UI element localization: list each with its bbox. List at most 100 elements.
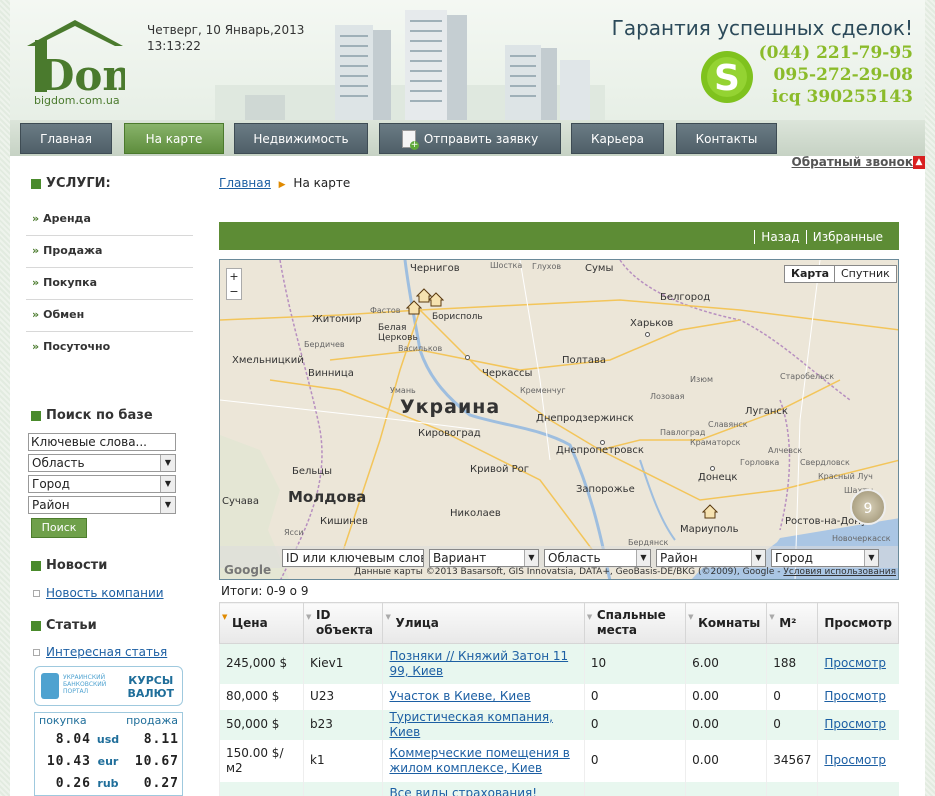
- cell-id: U23: [303, 683, 383, 710]
- map-city: Новочеркасск: [832, 534, 891, 543]
- map-type-satellite-button[interactable]: Спутник: [834, 265, 897, 283]
- map-filter-region-select[interactable]: Область ▼: [544, 549, 651, 567]
- col-price[interactable]: ▼ Цена: [218, 602, 305, 644]
- map-city: Бельцы: [292, 466, 332, 477]
- table-header-row: ▼ Цена ▼ ID объекта ▼ Улица ▼ Спальные места…: [218, 602, 899, 644]
- skype-icon[interactable]: S: [696, 48, 758, 106]
- map[interactable]: + − Карта Спутник Украина Молдова Сумы Гл…: [219, 259, 899, 580]
- callback-link[interactable]: Обратный звонок: [792, 155, 913, 169]
- breadcrumb-home[interactable]: Главная: [219, 176, 271, 190]
- street-link[interactable]: Позняки // Княжий Затон 11 99, Киев: [389, 649, 568, 678]
- callback-icon[interactable]: ▲: [913, 156, 925, 169]
- view-link[interactable]: Просмотр: [824, 753, 886, 767]
- map-city: Белгород: [660, 292, 711, 303]
- rate-sell: 8.11: [143, 731, 179, 747]
- view-link[interactable]: Просмотр: [824, 689, 886, 703]
- map-terms-link[interactable]: Условия использования: [783, 567, 896, 577]
- nav-career[interactable]: Карьера: [571, 123, 664, 154]
- breadcrumb-separator-icon: ▶: [278, 180, 286, 190]
- map-city: Ясси: [284, 528, 304, 537]
- view-link[interactable]: Просмотр: [824, 656, 886, 670]
- col-label: Цена: [232, 615, 268, 630]
- nav-send-request[interactable]: + Отправить заявку: [379, 123, 561, 154]
- rate-currency: usd: [96, 732, 120, 746]
- house-marker-icon[interactable]: [702, 504, 718, 519]
- articles-link[interactable]: Интересная статья: [26, 643, 193, 661]
- search-city-select[interactable]: Город ▼: [28, 475, 176, 493]
- search-region-select[interactable]: Область ▼: [28, 454, 176, 472]
- rate-row: 8.04 usd 8.11: [35, 728, 182, 750]
- street-link[interactable]: Все виды страхования!: [389, 786, 537, 796]
- cell-rooms: 0.00: [685, 683, 767, 710]
- nav-contacts[interactable]: Контакты: [676, 123, 777, 154]
- map-city: Днепродзержинск: [536, 413, 634, 424]
- select-value: Город: [32, 477, 70, 491]
- cell-m2: [766, 781, 818, 796]
- map-attribution-text: Данные карты ©2013 Basarsoft, GIS Innova…: [354, 567, 781, 577]
- rate-row: 0.26 rub 0.27: [35, 772, 182, 794]
- service-item-daily[interactable]: » Посуточно: [26, 332, 193, 364]
- map-city: Васильков: [398, 344, 443, 353]
- cell-rooms: 6.00: [685, 643, 767, 684]
- phone-1: (044) 221-79-95: [758, 43, 913, 63]
- col-m2[interactable]: ▼ М²: [766, 602, 819, 644]
- view-link[interactable]: Просмотр: [824, 717, 886, 731]
- nav-on-map[interactable]: На карте: [124, 123, 224, 154]
- street-link[interactable]: Туристическая компания, Киев: [389, 710, 552, 739]
- page: Dom bigdom.com.ua Четверг, 10 Январь,201…: [10, 0, 925, 796]
- currency-rates-banner[interactable]: УКРАИНСКИЙ БАНКОВСКИЙ ПОРТАЛ КУРСЫ ВАЛЮТ: [34, 666, 183, 706]
- map-city: Борисполь: [432, 312, 483, 322]
- service-item-sale[interactable]: » Продажа: [26, 236, 193, 268]
- sort-icon: ▼: [688, 613, 694, 621]
- zoom-out-icon[interactable]: −: [227, 284, 241, 299]
- search-button[interactable]: Поиск: [31, 518, 87, 538]
- col-rooms[interactable]: ▼ Комнаты: [685, 602, 768, 644]
- map-filter-id-input[interactable]: ID или ключевым словам: [282, 549, 424, 567]
- nav-home[interactable]: Главная: [20, 123, 112, 154]
- map-city: Николаев: [450, 508, 501, 519]
- favorites-link[interactable]: Избранные: [805, 230, 889, 244]
- map-toolbar: Назад Избранные: [219, 222, 899, 250]
- table-row: 245,000 $ Kiev1 Позняки // Княжий Затон …: [218, 643, 899, 684]
- col-id[interactable]: ▼ ID объекта: [303, 602, 384, 644]
- nav-real-estate[interactable]: Недвижимость: [234, 123, 368, 154]
- map-type-map-button[interactable]: Карта: [784, 265, 837, 283]
- map-city: Полтава: [562, 355, 607, 366]
- map-city: Луганск: [745, 406, 788, 417]
- map-city-dot: [645, 332, 650, 337]
- service-item-rent[interactable]: » Аренда: [26, 204, 193, 236]
- col-beds[interactable]: ▼ Спальные места: [583, 602, 687, 644]
- cell-price: 150.00 $/м2: [218, 739, 304, 782]
- search-district-select[interactable]: Район ▼: [28, 496, 176, 514]
- buildings-illustration: [215, 10, 605, 120]
- main-nav: Главная На карте Недвижимость + Отправит…: [10, 120, 925, 156]
- house-marker-icon[interactable]: [416, 288, 432, 303]
- search-keywords-input[interactable]: Ключевые слова...: [28, 433, 176, 451]
- map-city-dot: [465, 355, 470, 360]
- zoom-in-icon[interactable]: +: [227, 269, 241, 284]
- cell-street: Все виды страхования!: [382, 781, 585, 796]
- col-label: Комнаты: [698, 615, 761, 630]
- google-logo[interactable]: Google: [224, 563, 271, 577]
- service-label: Посуточно: [43, 340, 111, 353]
- service-item-exchange[interactable]: » Обмен: [26, 300, 193, 332]
- map-filter-district-select[interactable]: Район ▼: [656, 549, 766, 567]
- col-street[interactable]: ▼ Улица: [382, 602, 585, 644]
- map-city: Харьков: [630, 318, 674, 329]
- back-link[interactable]: Назад: [754, 230, 806, 244]
- marker-cluster[interactable]: 9: [850, 489, 886, 525]
- map-zoom-control[interactable]: + −: [226, 268, 242, 300]
- map-city: Бердичев: [304, 340, 345, 349]
- rates-portal-text: УКРАИНСКИЙ БАНКОВСКИЙ ПОРТАЛ: [63, 674, 107, 695]
- news-link[interactable]: Новость компании: [26, 584, 193, 602]
- street-link[interactable]: Коммерческие помещения в жилом комплексе…: [389, 746, 569, 775]
- street-link[interactable]: Участок в Киеве, Киев: [389, 689, 530, 703]
- map-filter-city-select[interactable]: Город ▼: [771, 549, 879, 567]
- news-heading: Новости: [26, 556, 193, 576]
- map-city: Кишинев: [320, 516, 368, 527]
- map-filter-variant-select[interactable]: Вариант ▼: [429, 549, 539, 567]
- map-city: Краматорск: [690, 438, 741, 447]
- map-city: Горловка: [740, 458, 780, 467]
- service-item-purchase[interactable]: » Покупка: [26, 268, 193, 300]
- sort-icon: ▼: [586, 613, 593, 621]
